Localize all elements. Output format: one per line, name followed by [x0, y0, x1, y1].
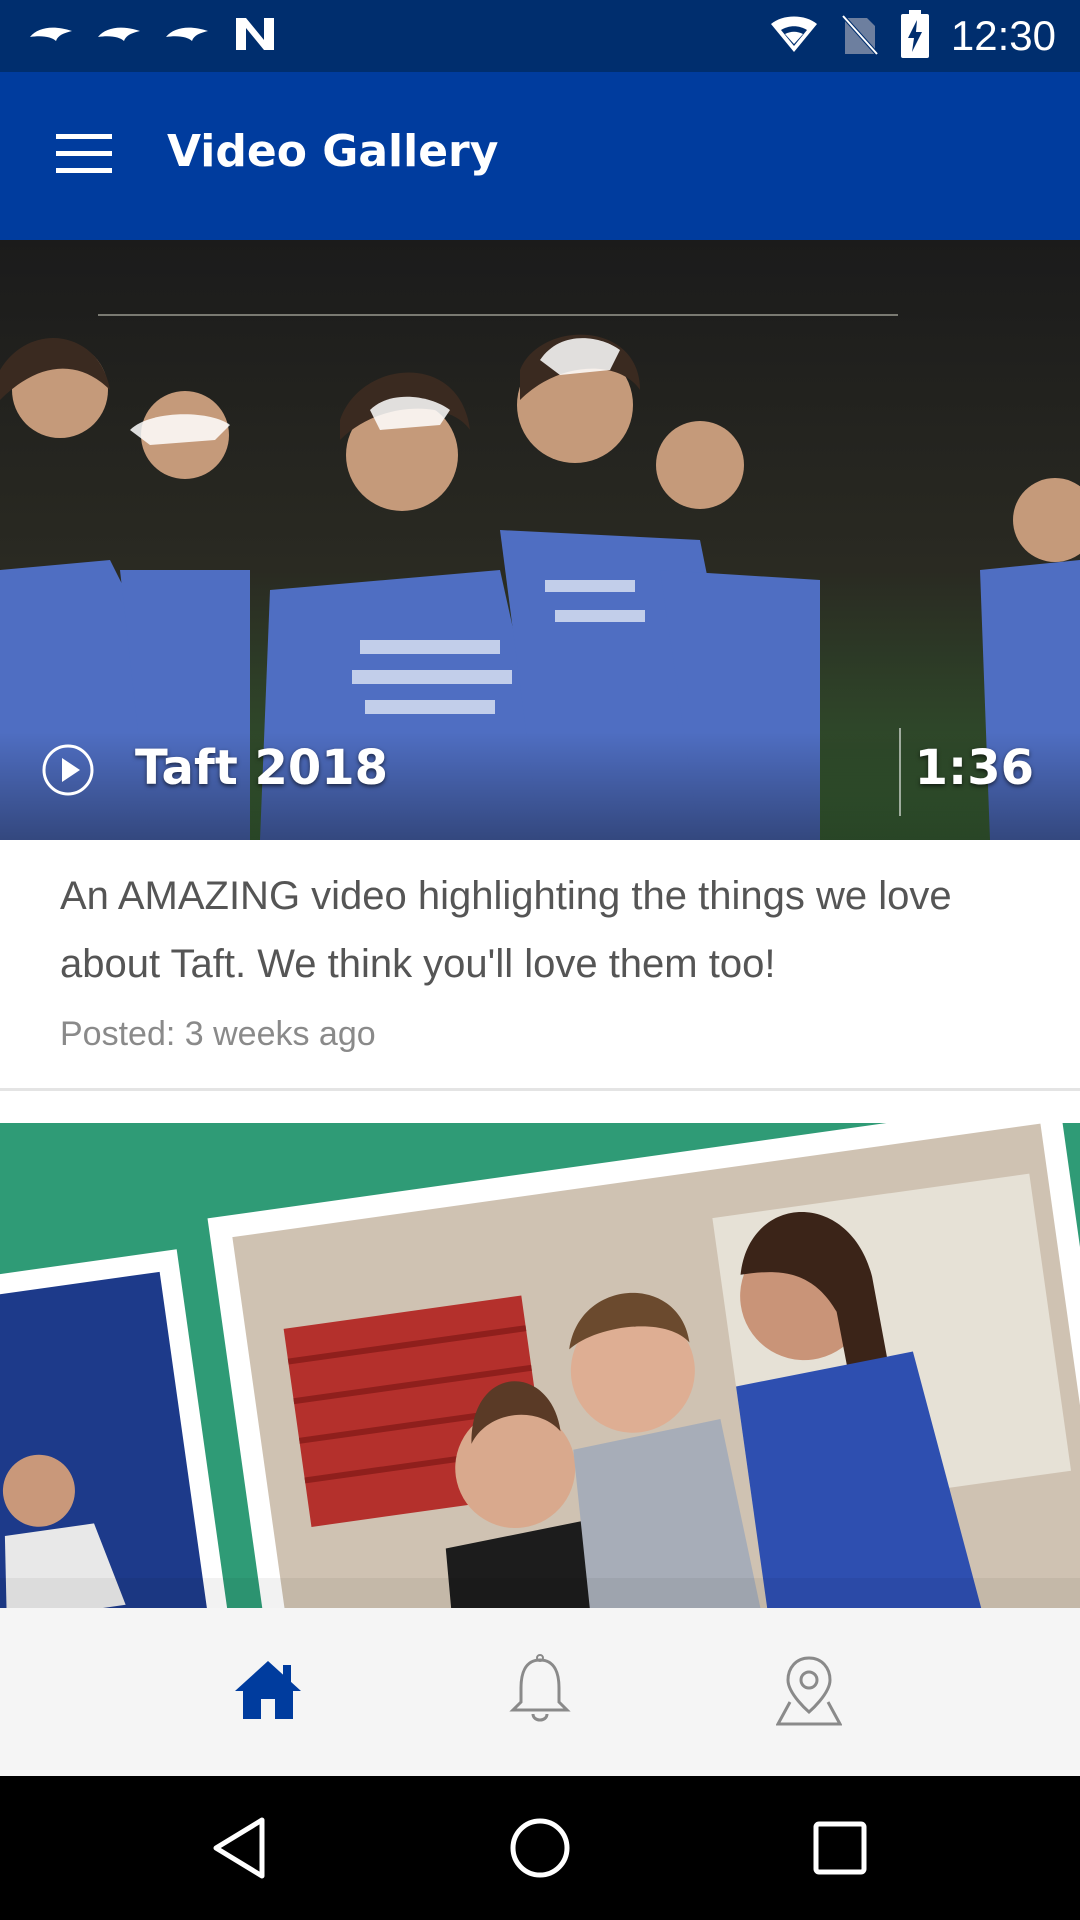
app-bar: Video Gallery: [0, 72, 1080, 240]
nav-notifications[interactable]: [500, 1652, 580, 1732]
bird-icon: [96, 23, 142, 50]
status-bar: 12:30: [0, 0, 1080, 72]
card-divider: [0, 1088, 1080, 1091]
battery-charging-icon: [900, 9, 929, 63]
posted-timestamp: Posted: 3 weeks ago: [60, 1015, 376, 1053]
back-icon: [210, 1816, 270, 1885]
status-time: 12:30: [950, 12, 1056, 59]
divider: [899, 728, 901, 816]
home-icon: [233, 1659, 303, 1726]
hamburger-menu-icon: [56, 133, 112, 179]
system-navigation-bar: [0, 1776, 1080, 1920]
status-system-icons: 12:30: [769, 9, 1056, 63]
system-home-button[interactable]: [500, 1810, 580, 1890]
status-notifications: [28, 14, 278, 58]
system-recents-button[interactable]: [800, 1810, 880, 1890]
video-title: Taft 2018: [135, 740, 389, 796]
location-pin-icon: [775, 1654, 843, 1731]
video-thumbnail[interactable]: Taft 2018 1:36: [0, 240, 1080, 840]
video-duration: 1:36: [914, 740, 1034, 796]
wifi-icon: [769, 14, 819, 59]
bottom-navigation: [0, 1608, 1080, 1776]
page-title: Video Gallery: [167, 126, 499, 177]
nav-locations[interactable]: [769, 1652, 849, 1732]
video-thumbnail[interactable]: [0, 1123, 1080, 1608]
bell-icon: [509, 1653, 571, 1731]
bird-icon: [164, 23, 210, 50]
bird-icon: [28, 23, 74, 50]
recents-square-icon: [812, 1820, 868, 1881]
system-back-button[interactable]: [200, 1810, 280, 1890]
n-icon: [232, 14, 278, 59]
menu-button[interactable]: [40, 118, 128, 194]
home-circle-icon: [508, 1816, 572, 1885]
video-description: An AMAZING video highlighting the things…: [60, 874, 952, 986]
nav-home[interactable]: [228, 1652, 308, 1732]
no-sim-icon: [841, 12, 879, 61]
video-thumbnail-image: [0, 1123, 1080, 1608]
play-icon[interactable]: [40, 742, 96, 798]
